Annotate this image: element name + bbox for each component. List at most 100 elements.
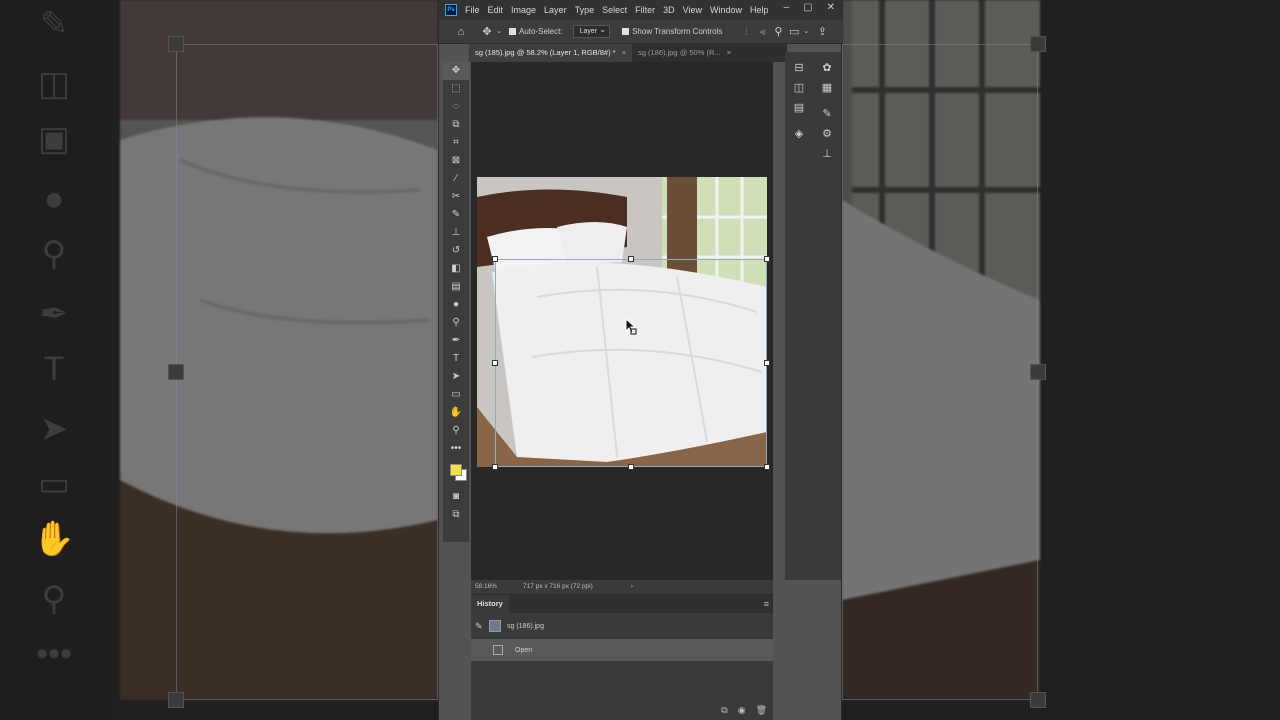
- close-tab-icon[interactable]: ×: [622, 48, 626, 57]
- brushes-icon[interactable]: ✎: [815, 104, 839, 124]
- color-icon[interactable]: ✿: [815, 58, 839, 78]
- trash-icon[interactable]: 🗑: [756, 705, 767, 716]
- transform-bounding-box[interactable]: [492, 256, 770, 470]
- more-tools-icon[interactable]: •••: [443, 440, 469, 458]
- chevron-down-icon[interactable]: ⌄: [802, 24, 810, 40]
- backdrop-handle: [1030, 36, 1046, 52]
- workspace-icon[interactable]: ▭: [786, 24, 802, 40]
- show-transform-checkbox[interactable]: Show Transform Controls: [622, 27, 722, 36]
- menu-file[interactable]: File: [465, 5, 480, 15]
- transform-handle-top[interactable]: [628, 256, 634, 262]
- options-bar: ⌂ ✥ ⌄ Auto-Select: Layer Show Transform …: [439, 20, 843, 44]
- history-brush-tool-icon[interactable]: ↺: [443, 242, 469, 260]
- lasso-tool-icon[interactable]: ◌: [443, 98, 469, 116]
- libraries-icon[interactable]: ▤: [787, 98, 811, 118]
- panel-menu-icon[interactable]: ≡: [764, 599, 769, 609]
- eraser-tool-icon[interactable]: ◧: [443, 260, 469, 278]
- history-footer: ⧉ ◉ 🗑: [721, 705, 767, 716]
- layers-icon[interactable]: ◈: [787, 124, 811, 144]
- camera-icon[interactable]: ◉: [738, 705, 746, 716]
- healing-tool-icon[interactable]: ✂: [443, 188, 469, 206]
- document-canvas-area[interactable]: [471, 62, 773, 580]
- close-tab-icon[interactable]: ×: [727, 48, 731, 57]
- brush-tool-icon[interactable]: ✎: [443, 206, 469, 224]
- history-panel: History ≡ ✎ sg (186).jpg Open ⧉ ◉ 🗑: [471, 594, 773, 720]
- clone-source-icon[interactable]: ⊥: [815, 144, 839, 164]
- type-tool-icon[interactable]: T: [443, 350, 469, 368]
- menu-help[interactable]: Help: [750, 5, 769, 15]
- zoom-tool-icon[interactable]: ⚲: [443, 422, 469, 440]
- transform-handle-bottom-right[interactable]: [764, 464, 770, 470]
- align-icon[interactable]: ⫶: [738, 24, 754, 40]
- distribute-icon[interactable]: ⫷: [754, 24, 770, 40]
- history-brush-source-icon[interactable]: ✎: [475, 621, 483, 632]
- menu-filter[interactable]: Filter: [635, 5, 655, 15]
- crop-tool-icon[interactable]: ⌗: [443, 134, 469, 152]
- auto-select-label: Auto-Select:: [519, 27, 563, 36]
- menu-view[interactable]: View: [683, 5, 702, 15]
- history-step-open[interactable]: Open: [471, 639, 773, 661]
- search-icon[interactable]: ⚲: [770, 24, 786, 40]
- home-icon[interactable]: ⌂: [453, 24, 469, 40]
- transform-handle-bottom-left[interactable]: [492, 464, 498, 470]
- checkbox-checked-icon: [509, 28, 516, 36]
- maximize-icon[interactable]: ▢: [803, 2, 812, 13]
- dodge-tool-icon[interactable]: ⚲: [443, 314, 469, 332]
- stamp-tool-icon[interactable]: ⊥: [443, 224, 469, 242]
- transform-handle-top-left[interactable]: [492, 256, 498, 262]
- menu-edit[interactable]: Edit: [488, 5, 504, 15]
- swatches-icon[interactable]: ▦: [815, 78, 839, 98]
- menu-layer[interactable]: Layer: [544, 5, 567, 15]
- move-tool-preset-icon[interactable]: ✥: [479, 24, 495, 40]
- share-icon[interactable]: ⇪: [814, 24, 830, 40]
- screenshot-stage: ✎ ◫ ▣ ● ⚲ ✒ T ➤ ▭ ✋ ⚲ ••• Ps File Edit I…: [0, 0, 1280, 720]
- tab-sg-185[interactable]: sg (185).jpg @ 58.2% (Layer 1, RGB/8#) *…: [469, 44, 632, 62]
- object-select-tool-icon[interactable]: ⧉: [443, 116, 469, 134]
- window-controls: – ▢ ✕: [784, 2, 835, 13]
- menu-window[interactable]: Window: [710, 5, 742, 15]
- move-tool-icon[interactable]: ✥: [443, 62, 469, 80]
- properties-icon[interactable]: ⊟: [787, 58, 811, 78]
- auto-select-checkbox[interactable]: Auto-Select:: [509, 27, 563, 36]
- document-size: 717 px x 716 px (72 ppi): [523, 583, 593, 590]
- transform-handle-left[interactable]: [492, 360, 498, 366]
- backdrop-left: ✎ ◫ ▣ ● ⚲ ✒ T ➤ ▭ ✋ ⚲ •••: [0, 0, 438, 720]
- path-select-tool-icon[interactable]: ➤: [443, 368, 469, 386]
- transform-handle-right[interactable]: [764, 360, 770, 366]
- brush-settings-icon[interactable]: ⚙: [815, 124, 839, 144]
- quick-mask-icon[interactable]: ◙: [443, 488, 469, 506]
- backdrop-right: [842, 0, 1280, 720]
- adjustments-icon[interactable]: ◫: [787, 78, 811, 98]
- auto-select-target-dropdown[interactable]: Layer: [572, 24, 611, 38]
- status-arrow-icon[interactable]: ›: [631, 580, 633, 594]
- menu-image[interactable]: Image: [511, 5, 536, 15]
- transform-handle-bottom[interactable]: [628, 464, 634, 470]
- menu-3d[interactable]: 3D: [663, 5, 675, 15]
- menu-select[interactable]: Select: [602, 5, 627, 15]
- rectangle-tool-icon[interactable]: ▭: [443, 386, 469, 404]
- minimize-icon[interactable]: –: [784, 2, 790, 13]
- gradient-tool-icon[interactable]: ▤: [443, 278, 469, 296]
- backdrop-handle: [1030, 692, 1046, 708]
- new-document-from-state-icon[interactable]: ⧉: [721, 705, 727, 716]
- backdrop-pen-icon: ✒: [39, 295, 69, 333]
- marquee-tool-icon[interactable]: ⬚: [443, 80, 469, 98]
- screen-mode-icon[interactable]: ⧉: [443, 506, 469, 524]
- hand-tool-icon[interactable]: ✋: [443, 404, 469, 422]
- history-tab[interactable]: History: [471, 595, 509, 613]
- show-transform-label: Show Transform Controls: [632, 27, 723, 36]
- tab-sg-186[interactable]: sg (186).jpg @ 50% (R... ×: [632, 44, 737, 62]
- close-icon[interactable]: ✕: [827, 2, 835, 13]
- zoom-level[interactable]: 58.16%: [475, 580, 497, 594]
- backdrop-zoom-icon: ⚲: [41, 235, 67, 273]
- backdrop-brush-icon: ✎: [39, 5, 69, 43]
- chevron-down-icon[interactable]: ⌄: [495, 24, 503, 40]
- transform-handle-top-right[interactable]: [764, 256, 770, 262]
- menu-type[interactable]: Type: [575, 5, 595, 15]
- pen-tool-icon[interactable]: ✒: [443, 332, 469, 350]
- frame-tool-icon[interactable]: ⊠: [443, 152, 469, 170]
- eyedropper-tool-icon[interactable]: ⁄: [443, 170, 469, 188]
- blur-tool-icon[interactable]: ●: [443, 296, 469, 314]
- foreground-color-swatch[interactable]: [450, 464, 462, 476]
- history-snapshot[interactable]: ✎ sg (186).jpg: [471, 615, 773, 637]
